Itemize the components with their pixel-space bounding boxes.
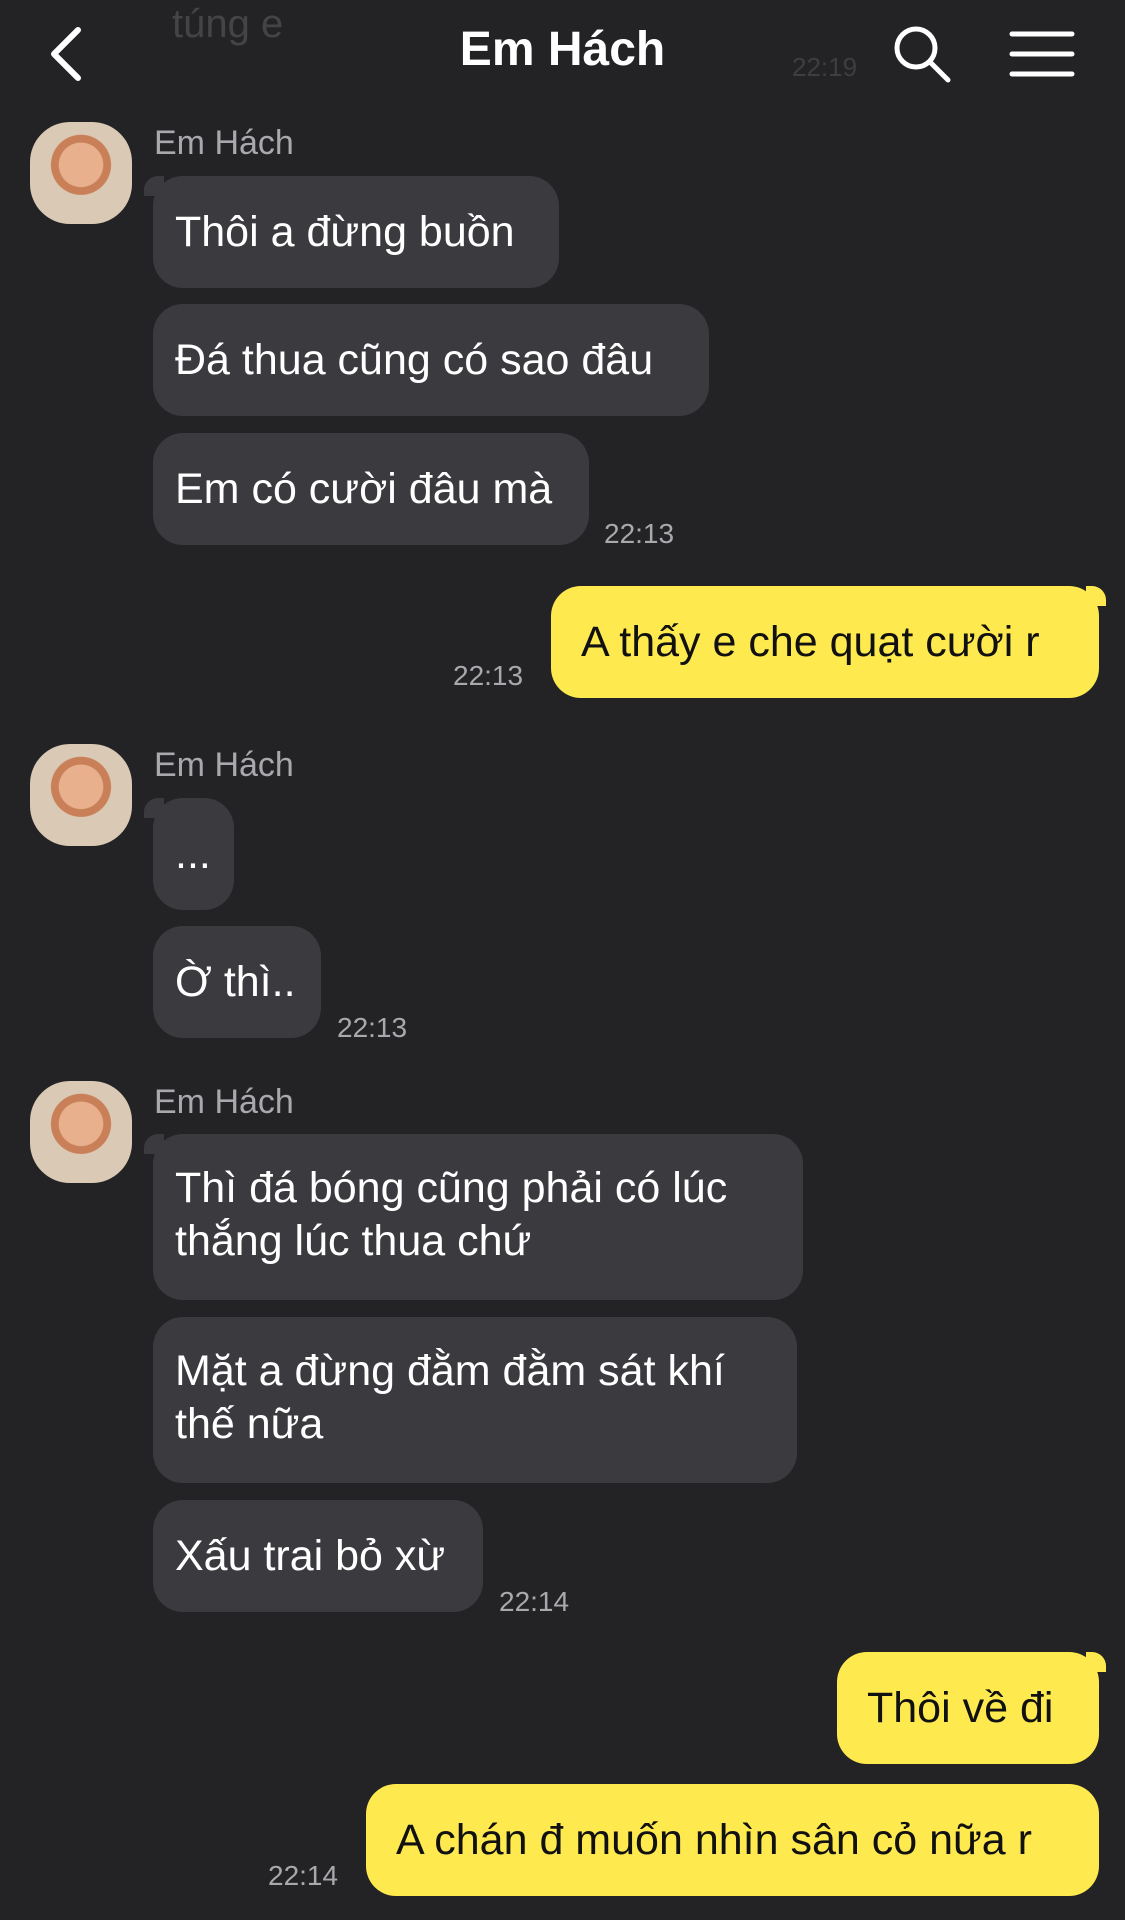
sender-name: Em Hách bbox=[154, 1083, 294, 1121]
message-timestamp: 22:13 bbox=[453, 660, 524, 691]
chat-title: Em Hách bbox=[459, 23, 666, 76]
search-button[interactable] bbox=[890, 22, 954, 86]
incoming-message-bubble[interactable]: Mặt a đừng đằm đằm sát khí thế nữa bbox=[153, 1317, 797, 1483]
message-timestamp: 22:14 bbox=[499, 1586, 570, 1617]
incoming-message-bubble[interactable]: Thì đá bóng cũng phải có lúc thắng lúc t… bbox=[153, 1134, 803, 1300]
incoming-message-bubble[interactable]: Đá thua cũng có sao đâu bbox=[153, 304, 709, 416]
bubble-tail bbox=[1086, 1652, 1106, 1672]
message-timestamp: 22:13 bbox=[337, 1012, 408, 1043]
chat-header: túng e 22:19 Em Hách bbox=[0, 0, 1125, 104]
incoming-message-bubble[interactable]: Xấu trai bỏ xừ bbox=[153, 1500, 483, 1612]
back-button[interactable] bbox=[40, 22, 96, 86]
incoming-message-bubble[interactable]: Em có cười đâu mà bbox=[153, 433, 589, 545]
incoming-message-bubble[interactable]: ... bbox=[153, 798, 234, 910]
outgoing-message-bubble[interactable]: Thôi về đi bbox=[837, 1652, 1099, 1764]
contact-avatar[interactable] bbox=[30, 744, 132, 846]
contact-avatar[interactable] bbox=[30, 1081, 132, 1183]
menu-button[interactable] bbox=[1006, 22, 1078, 86]
sender-name: Em Hách bbox=[154, 746, 294, 784]
incoming-message-bubble[interactable]: Ờ thì.. bbox=[153, 926, 321, 1038]
search-icon bbox=[894, 26, 951, 83]
contact-avatar[interactable] bbox=[30, 122, 132, 224]
sender-name: Em Hách bbox=[154, 124, 294, 162]
message-timestamp: 22:13 bbox=[604, 518, 675, 549]
hamburger-menu-icon bbox=[1009, 31, 1075, 77]
bubble-tail bbox=[1086, 586, 1106, 606]
message-timestamp: 22:14 bbox=[268, 1860, 339, 1891]
incoming-message-bubble[interactable]: Thôi a đừng buồn bbox=[153, 176, 559, 288]
outgoing-message-bubble[interactable]: A thấy e che quạt cười r bbox=[551, 586, 1099, 698]
chevron-left-icon bbox=[51, 27, 81, 81]
outgoing-message-bubble[interactable]: A chán đ muốn nhìn sân cỏ nữa r bbox=[366, 1784, 1099, 1896]
